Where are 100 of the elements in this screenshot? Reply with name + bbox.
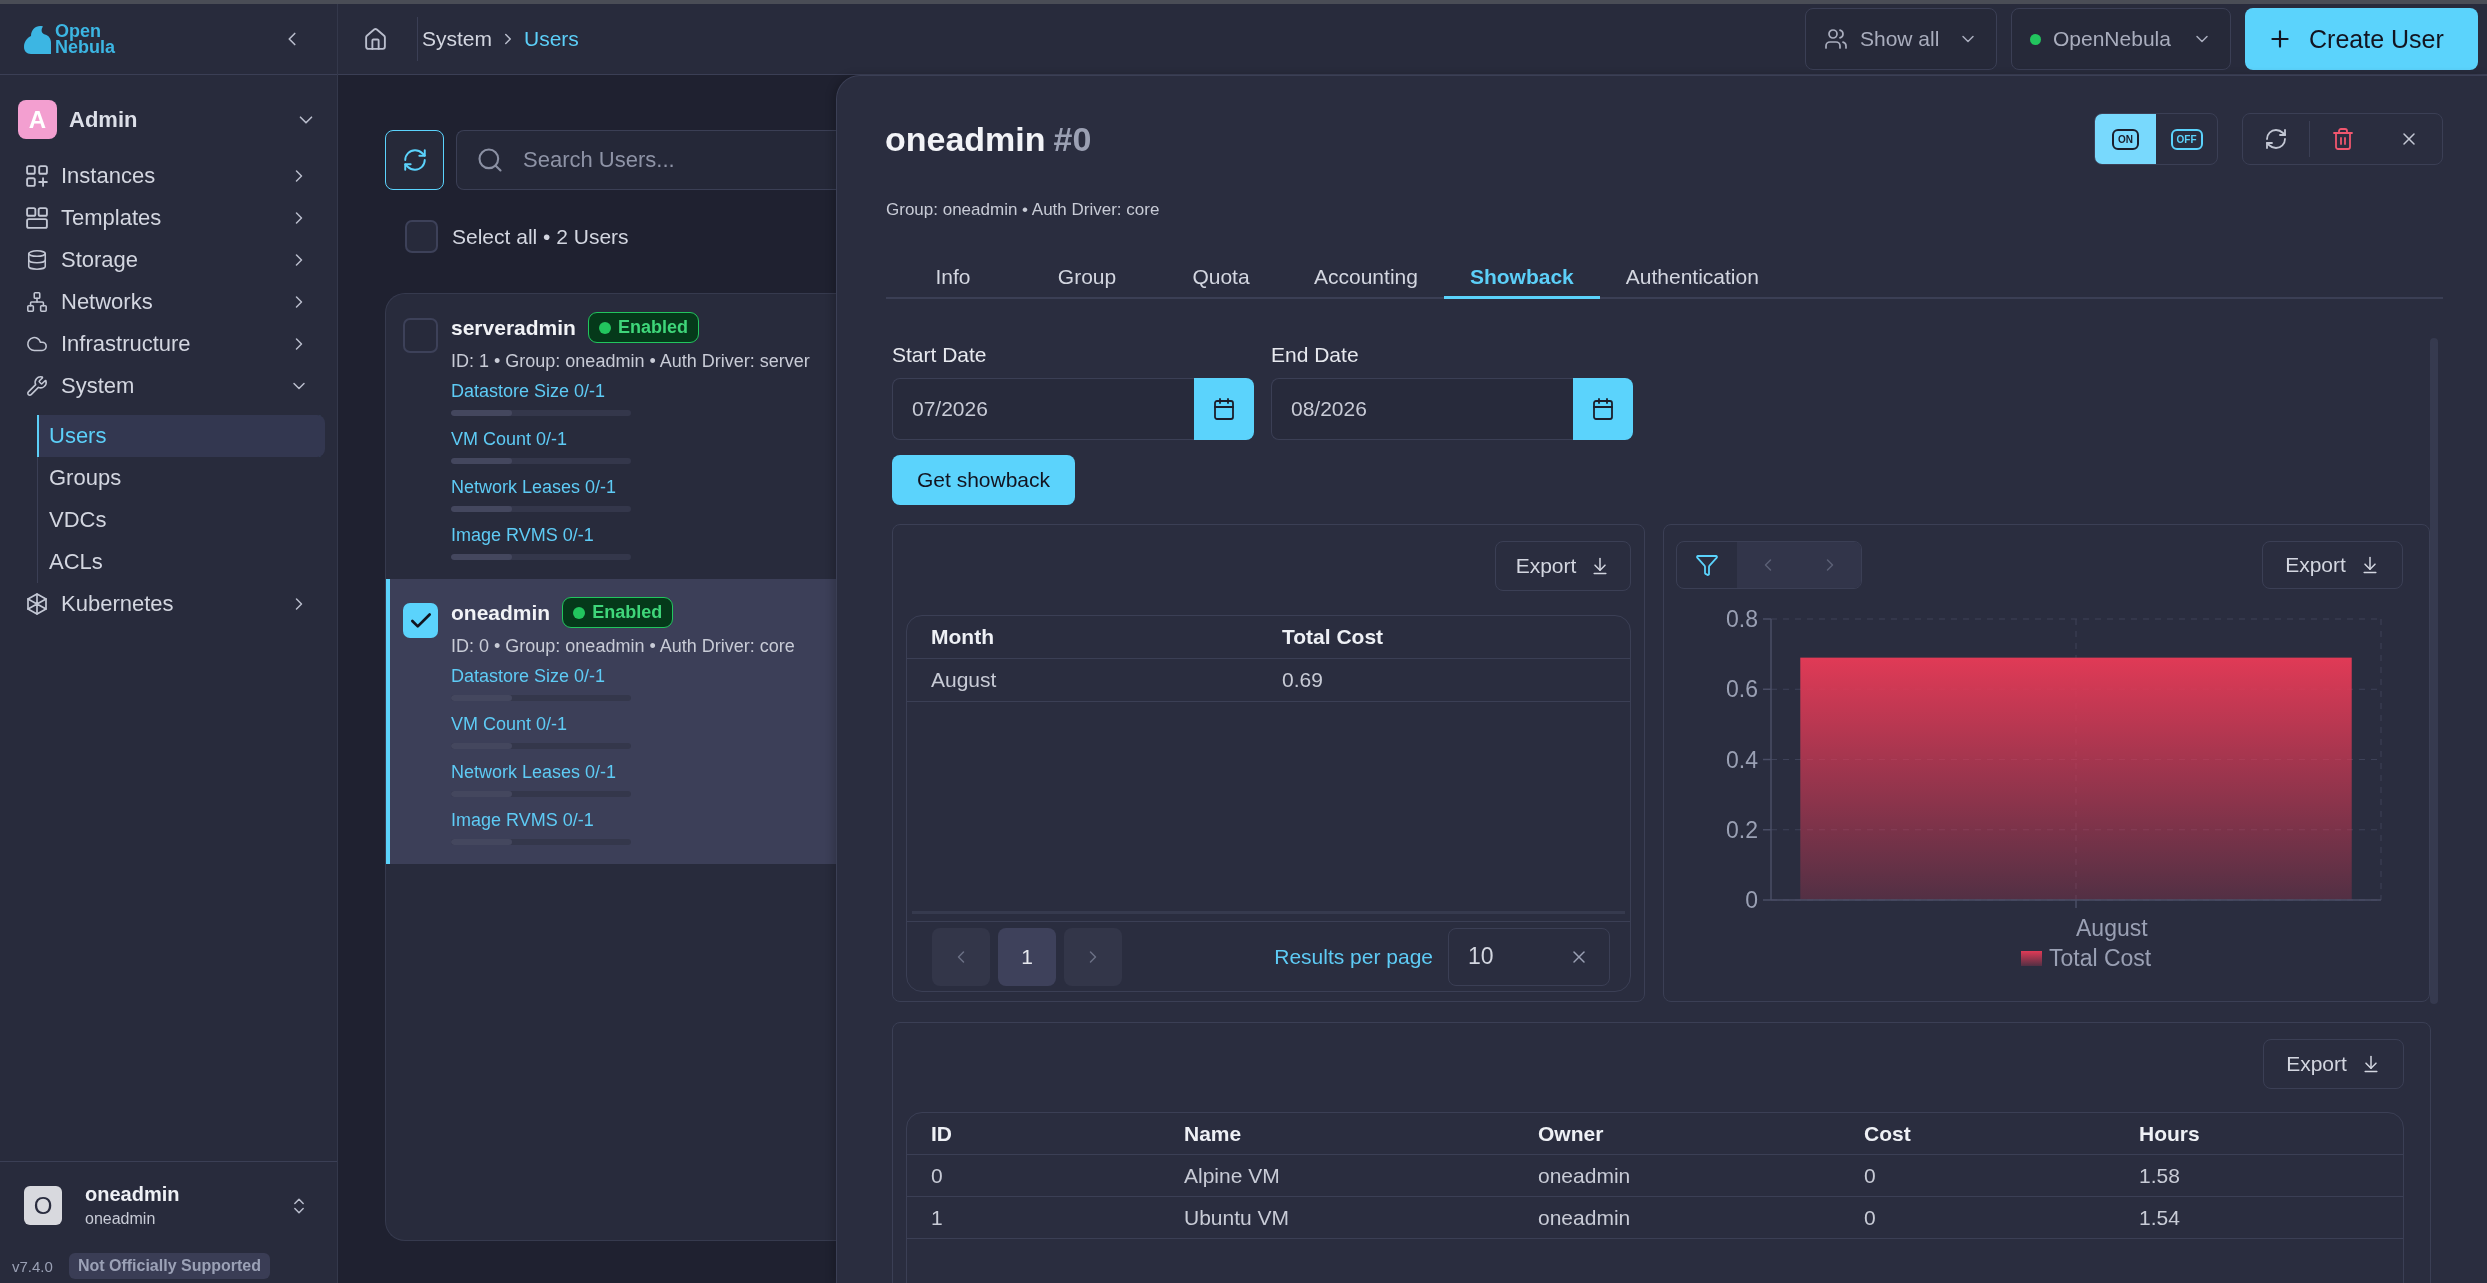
detail-title: oneadmin bbox=[885, 119, 1046, 159]
column-header: Hours bbox=[2139, 1121, 2201, 1146]
checkbox[interactable] bbox=[403, 603, 438, 638]
status-dot-icon bbox=[573, 606, 586, 619]
export-button[interactable]: Export bbox=[2262, 541, 2403, 589]
detail-id: #0 bbox=[1053, 119, 1092, 159]
detail-subtitle: Group: oneadmin • Auth Driver: core bbox=[885, 199, 1161, 221]
date-field[interactable]: 07/2026 bbox=[892, 378, 1194, 440]
group-filter-select[interactable]: Show all bbox=[1805, 8, 1997, 70]
home-icon bbox=[363, 26, 388, 52]
user-card[interactable]: oneadmin Enabled ID: 0 • Group: oneadmin • Auth Driver: core Datastore Size 0/-1 VM Count 0/-1 Network Leases 0/-1 Image RVMS 0/-1 bbox=[386, 579, 836, 864]
quota-label: Network Leases 0/-1 bbox=[451, 476, 617, 498]
quota-label: Image RVMS 0/-1 bbox=[451, 524, 594, 546]
nav-item[interactable]: Instances bbox=[0, 155, 337, 197]
y-tick-label: 0.6 bbox=[1726, 676, 1758, 703]
checkbox[interactable] bbox=[403, 318, 438, 353]
calendar-button[interactable] bbox=[1194, 378, 1254, 440]
quota-label: VM Count 0/-1 bbox=[451, 428, 568, 450]
column-header: Name bbox=[1184, 1121, 1243, 1146]
tab[interactable]: Showback bbox=[1443, 257, 1600, 299]
export-button[interactable]: Export bbox=[2263, 1039, 2404, 1089]
x-tick-label: August bbox=[2076, 915, 2148, 941]
table-cell-text: Ubuntu VM bbox=[1184, 1205, 1291, 1230]
search-icon bbox=[476, 146, 504, 174]
date-field[interactable]: 08/2026 bbox=[1271, 378, 1573, 440]
database-icon bbox=[26, 249, 48, 271]
column-header: Total Cost bbox=[1282, 625, 1385, 649]
status-dot-icon bbox=[2030, 33, 2041, 45]
table-cell-text: oneadmin bbox=[1538, 1205, 1632, 1230]
y-tick-label: 0.4 bbox=[1726, 746, 1758, 773]
toggle-button[interactable]: ON bbox=[2095, 114, 2156, 164]
tab[interactable]: Authentication bbox=[1599, 257, 1785, 299]
nav-subitem[interactable]: Users bbox=[37, 415, 325, 457]
page-button[interactable]: 1 bbox=[998, 927, 1056, 986]
table-cell-text: 0.69 bbox=[1282, 668, 1324, 692]
quota-label: Datastore Size 0/-1 bbox=[451, 380, 606, 402]
table-cell-text: Alpine VM bbox=[1184, 1163, 1281, 1188]
refresh-icon bbox=[2264, 127, 2288, 151]
quota-label: VM Count 0/-1 bbox=[451, 713, 568, 735]
nav-subitem[interactable]: ACLs bbox=[37, 541, 325, 583]
calendar-icon bbox=[1591, 397, 1615, 421]
user-name: oneadmin bbox=[85, 1182, 180, 1206]
tab[interactable]: Group bbox=[1020, 257, 1154, 299]
status-dot-icon bbox=[598, 321, 611, 334]
home-button[interactable] bbox=[363, 26, 388, 52]
results-per-page-label: Results per page bbox=[1274, 944, 1433, 969]
y-tick-label: 0.8 bbox=[1726, 606, 1758, 632]
tab[interactable]: Info bbox=[886, 257, 1020, 299]
quota-label: Image RVMS 0/-1 bbox=[451, 809, 594, 831]
calendar-icon bbox=[1212, 397, 1236, 421]
page-size-select[interactable]: 10 bbox=[1448, 927, 1610, 986]
create-user-button[interactable]: Create User bbox=[2245, 8, 2478, 70]
toggle-button[interactable]: OFF bbox=[2156, 114, 2217, 164]
quota-label: Datastore Size 0/-1 bbox=[451, 665, 606, 687]
nav-subitem[interactable]: Groups bbox=[37, 457, 325, 499]
tab[interactable]: Quota bbox=[1154, 257, 1288, 299]
table-cell-text: oneadmin bbox=[1538, 1163, 1632, 1188]
quota-label: Network Leases 0/-1 bbox=[451, 761, 617, 783]
table-cell-text: 1.58 bbox=[2139, 1163, 2181, 1188]
date-label: Start Date bbox=[892, 343, 988, 367]
table-cell-text: August bbox=[931, 668, 998, 692]
user-card[interactable]: serveradmin Enabled ID: 1 • Group: oneadmin • Auth Driver: server Datastore Size 0/-1 VM Count 0/-1 Network Leases 0/-1 Image RVMS 0/-1 bbox=[386, 294, 836, 579]
zone-select[interactable]: OpenNebula bbox=[2011, 8, 2231, 70]
nav-item[interactable]: Templates bbox=[0, 197, 337, 239]
nav-item[interactable]: System bbox=[0, 365, 337, 407]
calendar-button[interactable] bbox=[1573, 378, 1633, 440]
nav-item[interactable]: Networks bbox=[0, 281, 337, 323]
user-avatar: O bbox=[24, 1186, 62, 1225]
view-switcher[interactable]: A Admin bbox=[18, 100, 317, 139]
users-icon bbox=[1824, 27, 1848, 51]
refresh-icon bbox=[401, 147, 428, 173]
user-name: serveradmin bbox=[451, 315, 576, 340]
breadcrumb-link[interactable]: Users bbox=[524, 27, 579, 51]
logo-icon bbox=[24, 24, 51, 54]
nav-subitem[interactable]: VDCs bbox=[37, 499, 325, 541]
refresh-button[interactable] bbox=[385, 130, 444, 190]
version-text: v7.4.0 bbox=[12, 1257, 53, 1275]
get-showback-button[interactable]: Get showback bbox=[892, 455, 1075, 505]
select-all-label: Select all • 2 Users bbox=[452, 224, 629, 249]
column-header: Cost bbox=[1864, 1121, 1912, 1146]
tab[interactable]: Accounting bbox=[1288, 257, 1444, 299]
checkbox[interactable] bbox=[405, 220, 438, 253]
network-icon bbox=[26, 291, 48, 313]
nav-item[interactable]: Kubernetes bbox=[0, 583, 337, 625]
status-text: Enabled bbox=[617, 317, 688, 338]
search-field[interactable]: Search Users... bbox=[456, 130, 836, 190]
logo-text: Open Nebula bbox=[55, 23, 115, 55]
table-cell-text: 1 bbox=[931, 1205, 944, 1230]
wrench-icon bbox=[26, 375, 48, 397]
legend-swatch-icon bbox=[2021, 951, 2042, 966]
column-header: Month bbox=[931, 625, 995, 649]
breadcrumb-link[interactable]: System bbox=[422, 27, 492, 51]
support-badge: Not Officially Supported bbox=[68, 1253, 270, 1279]
status-text: Enabled bbox=[592, 602, 663, 623]
nav-item[interactable]: Infrastructure bbox=[0, 323, 337, 365]
nav-item[interactable]: Storage bbox=[0, 239, 337, 281]
table-cell-text: 1.54 bbox=[2139, 1205, 2181, 1230]
export-button[interactable]: Export bbox=[1495, 541, 1631, 591]
user-login: oneadmin bbox=[85, 1209, 157, 1229]
column-header: ID bbox=[931, 1121, 953, 1146]
